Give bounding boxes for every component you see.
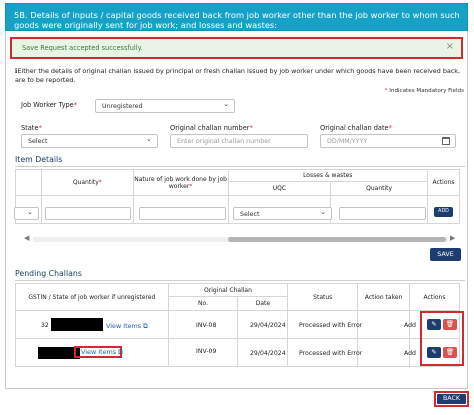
action-taken: Add — [404, 350, 416, 357]
info-text: Either the details of original challan i… — [15, 67, 461, 84]
gstin-prefix: 32 — [41, 322, 49, 329]
loss-quantity-input[interactable] — [339, 207, 426, 220]
back-button[interactable]: BACK — [437, 394, 466, 404]
calendar-icon[interactable] — [442, 137, 450, 145]
action-taken: Add — [404, 322, 416, 329]
challan-date-input[interactable]: DD/MM/YYYY — [320, 134, 456, 148]
view-items-link[interactable]: View Items ⧉ — [106, 322, 148, 331]
edit-icon[interactable]: ✎ — [427, 319, 441, 330]
status-text: Processed with Error — [299, 350, 363, 357]
save-button[interactable]: SAVE — [430, 248, 461, 261]
scroll-left-icon[interactable]: ◀ — [24, 234, 29, 242]
delete-icon[interactable]: 🗑 — [443, 319, 457, 330]
challan-date-label: Original challan date* — [320, 124, 392, 132]
col-actions: Actions — [409, 283, 460, 311]
delete-icon[interactable]: 🗑 — [443, 347, 457, 358]
challan-number-input[interactable]: Enter original challan number — [170, 134, 308, 148]
status-text: Processed with Error — [299, 322, 363, 329]
col-loss-quantity: Quantity — [330, 181, 428, 196]
back-button-highlight: BACK — [434, 391, 469, 407]
pending-challans-title: Pending Challans — [15, 269, 82, 278]
challan-date: 29/04/2024 — [250, 350, 286, 357]
uqc-select[interactable]: Select — [233, 207, 332, 220]
col-actions: Actions — [427, 169, 460, 196]
col-uqc: UQC — [227, 181, 332, 196]
col-original-challan: Original Challan — [167, 283, 289, 297]
alert-close-icon[interactable]: × — [446, 41, 454, 52]
challan-date: 29/04/2024 — [250, 322, 286, 329]
challan-no: INV-08 — [196, 322, 217, 329]
info-note: ℹEither the details of original challan … — [15, 67, 465, 85]
divider — [15, 280, 465, 281]
col-no: No. — [167, 296, 239, 311]
scroll-right-icon[interactable]: ▶ — [450, 234, 455, 242]
view-items-link[interactable]: View Items ⧉ — [81, 348, 123, 357]
alert-message: Save Request accepted successfully. — [22, 44, 143, 52]
item-details-title: Item Details — [15, 155, 63, 164]
col-action-taken: Action taken — [357, 283, 411, 311]
col-date: Date — [237, 296, 289, 311]
nature-input[interactable] — [139, 207, 226, 220]
col-quantity: Quantity* — [40, 169, 134, 196]
col-nature: Nature of job work done by job worker* — [132, 169, 229, 196]
divider — [15, 166, 465, 167]
challan-number-label: Original challan number* — [170, 124, 253, 132]
mandatory-note: * Indicates Mandatory Fields — [384, 88, 464, 94]
scrollbar-thumb[interactable] — [228, 237, 446, 242]
col-status: Status — [287, 283, 359, 311]
state-select[interactable]: Select — [21, 134, 158, 148]
state-label: State* — [21, 124, 42, 132]
success-alert: Save Request accepted successfully. × — [10, 37, 463, 59]
job-worker-type-select[interactable]: Unregistered — [95, 99, 235, 113]
col-losses: Losses & wastes — [227, 169, 428, 182]
redacted-gstin — [51, 318, 103, 331]
section-header: 5B. Details of inputs / capital goods re… — [5, 3, 468, 31]
col-gstin: GSTIN / State of job worker if unregiste… — [15, 283, 169, 311]
challan-no: INV-09 — [196, 348, 217, 355]
job-worker-type-label: Job Worker Type* — [21, 101, 78, 109]
horizontal-scrollbar[interactable] — [33, 237, 448, 242]
add-button[interactable]: ADD — [434, 207, 453, 217]
quantity-input[interactable] — [45, 207, 131, 220]
item-select[interactable] — [14, 207, 39, 220]
edit-icon[interactable]: ✎ — [427, 347, 441, 358]
section-title: 5B. Details of inputs / capital goods re… — [14, 10, 460, 30]
